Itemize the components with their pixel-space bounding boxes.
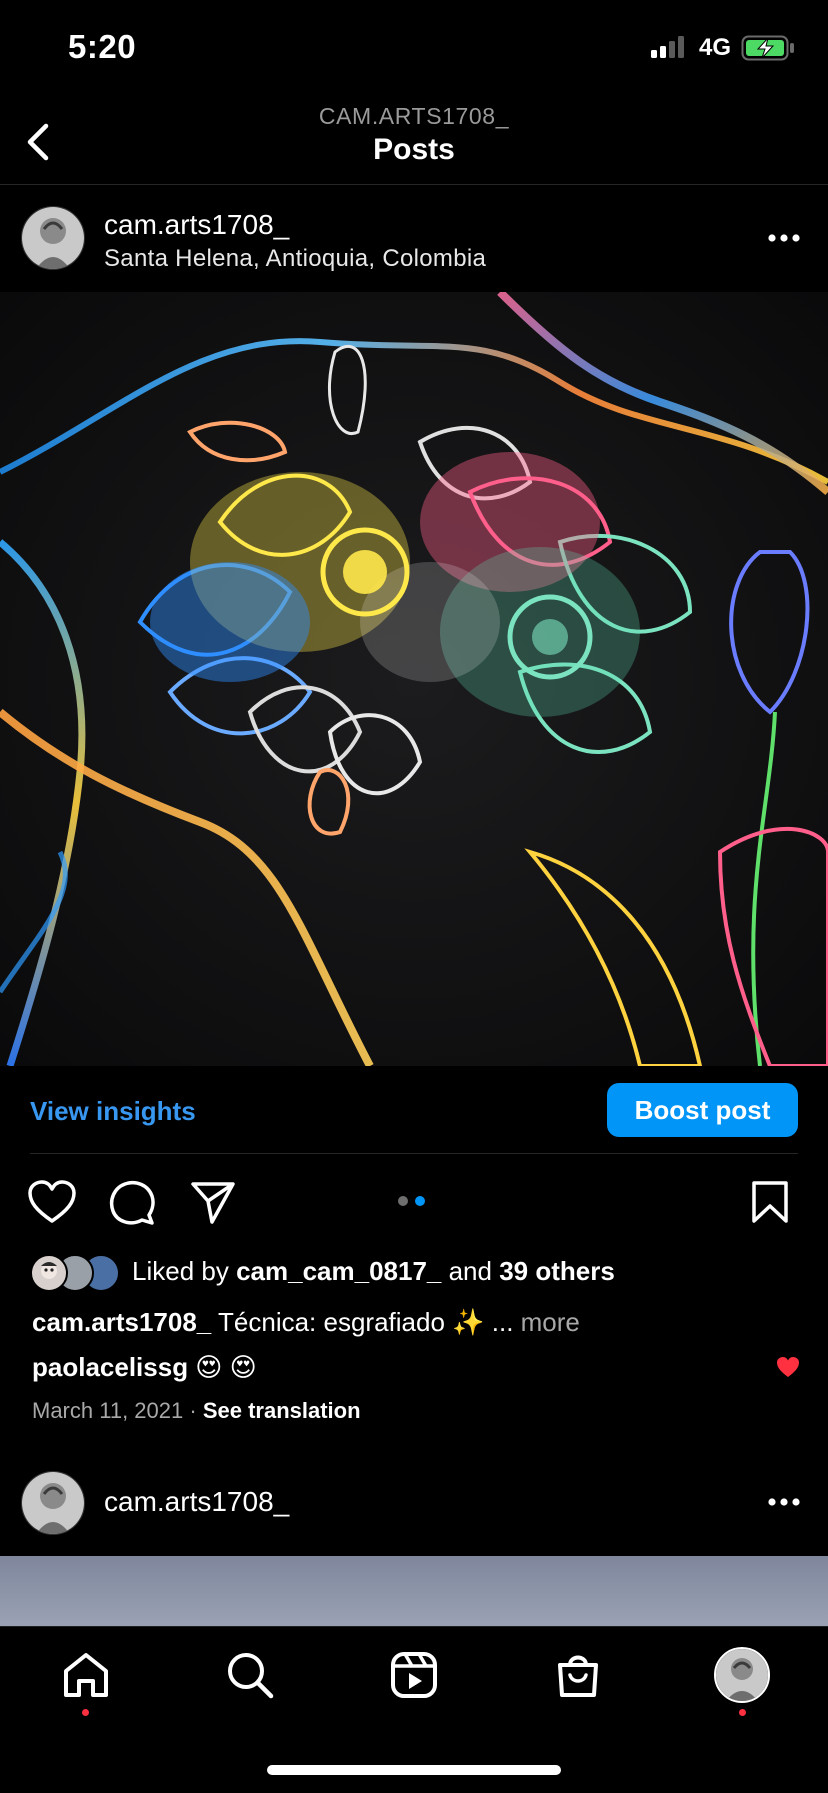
heart-icon: [28, 1180, 76, 1223]
comment-button[interactable]: [109, 1180, 155, 1226]
see-translation-link[interactable]: See translation: [203, 1398, 361, 1423]
save-button[interactable]: [751, 1180, 789, 1224]
likes-others[interactable]: 39 others: [499, 1256, 615, 1286]
row-divider: [30, 1153, 798, 1154]
chalk-flower-artwork: [0, 292, 828, 1066]
next-post-image[interactable]: [0, 1556, 828, 1626]
date-separator: ·: [183, 1398, 203, 1423]
reels-icon: [391, 1652, 437, 1698]
avatar[interactable]: [21, 1471, 85, 1535]
heart-filled-icon: [777, 1357, 799, 1377]
more-options-button[interactable]: [765, 231, 805, 245]
likes-and: and: [441, 1256, 500, 1286]
search-icon: [228, 1653, 274, 1699]
share-button[interactable]: [190, 1180, 236, 1226]
liked-by-avatars[interactable]: [30, 1254, 122, 1292]
liked-by-user[interactable]: cam_cam_0817_: [236, 1256, 441, 1286]
more-horizontal-icon: [768, 1498, 800, 1506]
battery-charging-icon: [741, 35, 797, 61]
caption-text: Técnica: esgrafiado ✨ ...: [211, 1307, 521, 1337]
more-horizontal-icon: [768, 234, 800, 242]
home-notification-dot: [82, 1709, 89, 1716]
post-username[interactable]: cam.arts1708_: [104, 209, 289, 241]
next-post-username[interactable]: cam.arts1708_: [104, 1486, 289, 1518]
shopping-bag-icon: [558, 1655, 598, 1697]
tab-profile[interactable]: [714, 1647, 770, 1703]
profile-avatar-icon: [716, 1649, 768, 1701]
post-date: March 11, 2021: [32, 1398, 184, 1423]
caption[interactable]: cam.arts1708_ Técnica: esgrafiado ✨ ... …: [32, 1307, 580, 1338]
likes-summary[interactable]: Liked by cam_cam_0817_ and 39 others: [132, 1256, 615, 1287]
post-image[interactable]: [0, 292, 828, 1066]
likes-prefix: Liked by: [132, 1256, 237, 1286]
send-icon: [191, 1182, 235, 1224]
caption-username[interactable]: cam.arts1708_: [32, 1307, 211, 1337]
carousel-dot-1: [398, 1196, 408, 1206]
tab-home[interactable]: [62, 1651, 110, 1699]
profile-notification-dot: [739, 1709, 746, 1716]
header-username: CAM.ARTS1708_: [318, 103, 510, 129]
page-title: Posts: [373, 133, 455, 166]
status-time: 5:20: [68, 28, 137, 65]
signal-bars-icon: [651, 36, 691, 58]
boost-post-button[interactable]: Boost post: [607, 1083, 798, 1137]
comment-like-button[interactable]: [776, 1356, 800, 1378]
home-icon: [64, 1653, 108, 1697]
header-divider: [0, 184, 828, 185]
network-type: 4G: [699, 34, 732, 61]
comment-username[interactable]: paolacelissg: [32, 1352, 188, 1382]
carousel-indicator: [398, 1193, 432, 1211]
like-button[interactable]: [28, 1180, 76, 1224]
post-date-row: March 11, 2021 · See translation: [32, 1398, 361, 1424]
tab-shop[interactable]: [554, 1651, 602, 1699]
avatar: [30, 1254, 68, 1292]
post-location[interactable]: Santa Helena, Antioquia, Colombia: [104, 245, 486, 273]
tab-search[interactable]: [226, 1651, 274, 1699]
bookmark-icon: [752, 1181, 788, 1223]
comment-icon: [109, 1180, 155, 1225]
next-post-more-button[interactable]: [765, 1495, 805, 1509]
avatar[interactable]: [21, 206, 85, 270]
view-insights-link[interactable]: View insights: [30, 1096, 196, 1127]
tab-reels[interactable]: [390, 1651, 438, 1699]
caption-more[interactable]: more: [521, 1307, 580, 1337]
home-indicator: [267, 1765, 561, 1775]
comment-preview[interactable]: paolacelissg 😍 😍: [32, 1352, 257, 1383]
carousel-dot-2: [415, 1196, 425, 1206]
comment-text: 😍 😍: [188, 1352, 257, 1382]
